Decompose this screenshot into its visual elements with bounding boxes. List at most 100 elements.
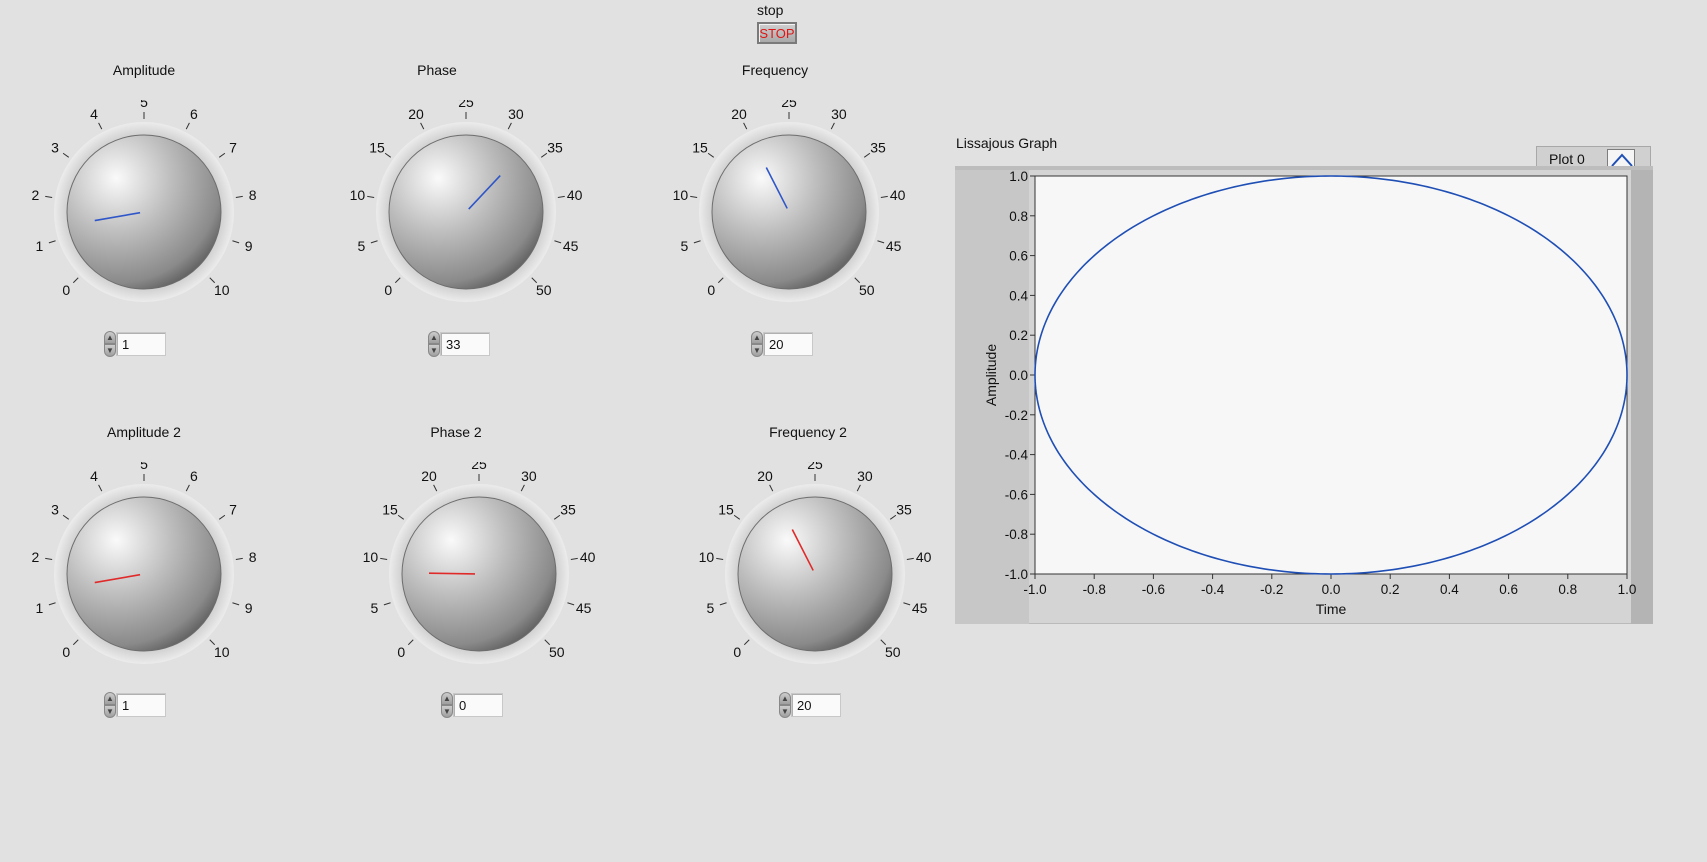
knob-tick-label: 35 [547, 139, 563, 155]
knob-tick [707, 152, 715, 158]
knob-tick-label: 3 [51, 501, 59, 517]
knob-tick-label: 20 [731, 106, 747, 122]
increment-arrow-icon[interactable]: ▲ [441, 692, 453, 705]
decrement-arrow-icon[interactable]: ▼ [751, 344, 763, 357]
plot-area[interactable] [1034, 175, 1628, 575]
lissajous-graph[interactable]: -1.0 -0.8 -0.6 -0.4 -0.2 0.0 0.2 0.4 0.6 0.8 1.0 -1… [955, 166, 1653, 624]
decrement-arrow-icon[interactable]: ▼ [428, 344, 440, 357]
knob-tick [45, 557, 53, 560]
knob-phase-2[interactable]: 0 5 10 15 20 25 30 35 40 45 50 [359, 462, 599, 682]
y-axis-tick-label: 0.6 [1009, 249, 1028, 264]
knob-tick-label: 10 [350, 187, 366, 203]
knob-tick-label: 40 [567, 187, 583, 203]
knob-frequency[interactable]: 0 5 10 15 20 25 30 35 40 45 50 [669, 100, 909, 320]
amplitude-spinner[interactable]: ▲ ▼ [104, 331, 116, 357]
knob-tick [743, 639, 750, 646]
knob-body[interactable] [737, 496, 893, 652]
knob-body[interactable] [388, 134, 544, 290]
phase-value-input[interactable]: 33 [440, 332, 490, 356]
knob-tick-label: 20 [757, 468, 773, 484]
amplitude-value-input[interactable]: 1 [116, 332, 166, 356]
x-axis-tick-label: 1.0 [1618, 582, 1637, 597]
knob-tick-label: 0 [397, 644, 405, 660]
knob-phase[interactable]: 0 5 10 15 20 25 30 35 40 45 50 [346, 100, 586, 320]
knob-tick-label: 8 [249, 187, 257, 203]
knob-tick-label: 5 [680, 238, 688, 254]
knob-tick [72, 639, 79, 646]
knob-tick-label: 25 [807, 462, 823, 472]
phase-numeric[interactable]: ▲ ▼ 33 [428, 331, 490, 357]
knob-tick [420, 122, 425, 130]
stop-label: stop [757, 2, 784, 18]
amplitude-2-spinner[interactable]: ▲ ▼ [104, 692, 116, 718]
x-axis-tick-label: -0.6 [1142, 582, 1165, 597]
knob-tick-label: 5 [357, 238, 365, 254]
amplitude-numeric[interactable]: ▲ ▼ 1 [104, 331, 166, 357]
phase-spinner[interactable]: ▲ ▼ [428, 331, 440, 357]
increment-arrow-icon[interactable]: ▲ [751, 331, 763, 344]
knob-tick-label: 2 [31, 549, 39, 565]
knob-tick-label: 35 [896, 501, 912, 517]
frequency-2-numeric[interactable]: ▲ ▼ 20 [779, 692, 841, 718]
knob-tick [856, 484, 861, 492]
knob-tick-label: 7 [229, 139, 237, 155]
knob-tick [380, 557, 388, 560]
knob-tick-label: 0 [733, 644, 741, 660]
knob-tick [185, 122, 190, 130]
knob-tick [557, 195, 565, 198]
knob-tick-label: 20 [421, 468, 437, 484]
frequency-spinner[interactable]: ▲ ▼ [751, 331, 763, 357]
knob-tick-label: 50 [549, 644, 565, 660]
knob-tick-label: 30 [857, 468, 873, 484]
knob-tick-label: 15 [692, 139, 708, 155]
phase-2-value-input[interactable]: 0 [453, 693, 503, 717]
increment-arrow-icon[interactable]: ▲ [104, 331, 116, 344]
knob-amplitude-2[interactable]: 0 1 2 3 4 5 6 7 8 9 10 [24, 462, 264, 682]
decrement-arrow-icon[interactable]: ▼ [441, 705, 453, 718]
knob-tick-label: 4 [90, 468, 98, 484]
frequency-2-spinner[interactable]: ▲ ▼ [779, 692, 791, 718]
knob-tick [554, 240, 562, 244]
knob-tick-label: 1 [35, 238, 43, 254]
frequency-2-value-input[interactable]: 20 [791, 693, 841, 717]
knob-tick-label: 30 [508, 106, 524, 122]
knob-tick [62, 514, 70, 520]
decrement-arrow-icon[interactable]: ▼ [779, 705, 791, 718]
knob-title-phase: Phase [417, 62, 457, 78]
knob-tick [690, 195, 698, 198]
frequency-numeric[interactable]: ▲ ▼ 20 [751, 331, 813, 357]
knob-tick [370, 240, 378, 244]
knob-tick [716, 557, 724, 560]
knob-body[interactable] [66, 134, 222, 290]
y-axis-tick-label: -0.6 [1005, 487, 1028, 502]
frequency-value-input[interactable]: 20 [763, 332, 813, 356]
graph-top-bezel [955, 166, 1653, 170]
knob-frequency-2[interactable]: 0 5 10 15 20 25 30 35 40 45 50 [695, 462, 935, 682]
x-axis-tick-label: -1.0 [1023, 582, 1046, 597]
increment-arrow-icon[interactable]: ▲ [779, 692, 791, 705]
increment-arrow-icon[interactable]: ▲ [104, 692, 116, 705]
knob-body[interactable] [401, 496, 557, 652]
decrement-arrow-icon[interactable]: ▼ [104, 344, 116, 357]
knob-body[interactable] [711, 134, 867, 290]
x-axis-tick-label: 0.8 [1558, 582, 1577, 597]
knob-amplitude[interactable]: 0 1 2 3 4 5 6 7 8 9 10 [24, 100, 264, 320]
phase-2-numeric[interactable]: ▲ ▼ 0 [441, 692, 503, 718]
knob-tick-label: 15 [718, 501, 734, 517]
knob-body[interactable] [66, 496, 222, 652]
knob-tick [830, 122, 835, 130]
phase-2-spinner[interactable]: ▲ ▼ [441, 692, 453, 718]
amplitude-2-numeric[interactable]: ▲ ▼ 1 [104, 692, 166, 718]
decrement-arrow-icon[interactable]: ▼ [104, 705, 116, 718]
knob-tick [384, 152, 392, 158]
knob-tick-label: 6 [190, 106, 198, 122]
increment-arrow-icon[interactable]: ▲ [428, 331, 440, 344]
knob-tick-label: 45 [912, 600, 928, 616]
knob-tick-label: 0 [707, 282, 715, 298]
knob-tick-label: 45 [563, 238, 579, 254]
knob-tick-label: 20 [408, 106, 424, 122]
knob-tick-label: 10 [214, 644, 230, 660]
stop-button[interactable]: STOP [757, 22, 797, 44]
amplitude-2-value-input[interactable]: 1 [116, 693, 166, 717]
knob-tick-label: 40 [890, 187, 906, 203]
